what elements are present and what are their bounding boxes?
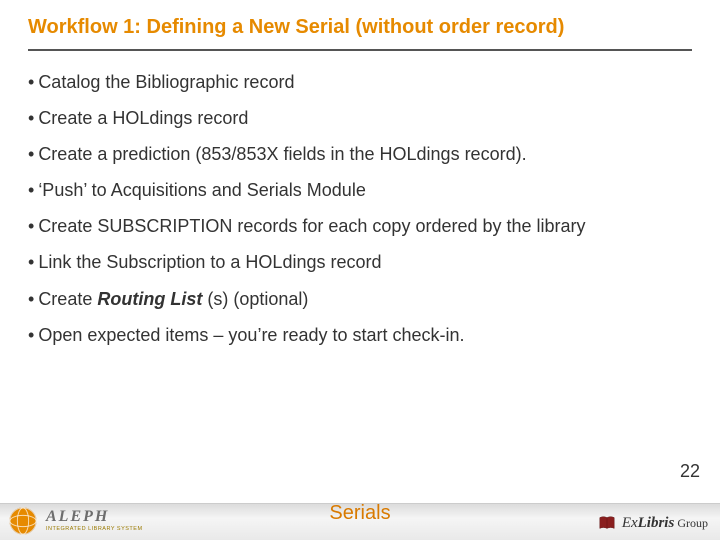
bullet-text: Open expected items – you’re ready to st… [38,325,464,345]
page-number: 22 [680,461,700,482]
bullet-text-pre: Create [38,289,97,309]
bullet-dot: • [28,72,34,92]
slide-title: Workflow 1: Defining a New Serial (witho… [28,12,692,51]
exlibris-libris: Libris [638,515,675,531]
bullet-dot: • [28,180,34,200]
open-book-icon [598,514,616,532]
bullet-item: •Link the Subscription to a HOLdings rec… [28,249,692,275]
exlibris-group: Group [674,516,708,530]
bullet-item: •Create a prediction (853/853X fields in… [28,141,692,167]
bullet-dot: • [28,144,34,164]
bullet-list: •Catalog the Bibliographic record •Creat… [28,69,692,348]
bullet-dot: • [28,252,34,272]
bullet-item: •‘Push’ to Acquisitions and Serials Modu… [28,177,692,203]
exlibris-ex: Ex [622,515,638,531]
aleph-globe-icon [8,506,38,536]
bullet-dot: • [28,289,34,309]
bullet-dot: • [28,216,34,236]
bullet-text: Create SUBSCRIPTION records for each cop… [38,216,585,236]
bullet-text: Link the Subscription to a HOLdings reco… [38,252,381,272]
aleph-logo: ALEPH INTEGRATED LIBRARY SYSTEM [8,506,143,536]
bullet-item: •Open expected items – you’re ready to s… [28,322,692,348]
exlibris-text: ExLibris Group [622,515,708,532]
exlibris-logo: ExLibris Group [598,514,708,532]
bullet-dot: • [28,325,34,345]
bullet-text: Create a HOLdings record [38,108,248,128]
bullet-item: •Catalog the Bibliographic record [28,69,692,95]
aleph-main-label: ALEPH [46,509,143,525]
bullet-text: Create a prediction (853/853X fields in … [38,144,526,164]
aleph-sub-label: INTEGRATED LIBRARY SYSTEM [46,527,143,533]
footer-mid-label: Serials [329,502,390,525]
slide: Workflow 1: Defining a New Serial (witho… [0,0,720,540]
bullet-item: •Create SUBSCRIPTION records for each co… [28,213,692,239]
bullet-item: •Create a HOLdings record [28,105,692,131]
bullet-item: •Create Routing List (s) (optional) [28,286,692,312]
bullet-text: Catalog the Bibliographic record [38,72,294,92]
bullet-text-post: (s) (optional) [202,289,308,309]
aleph-text: ALEPH INTEGRATED LIBRARY SYSTEM [46,509,143,533]
footer: ALEPH INTEGRATED LIBRARY SYSTEM Serials … [0,488,720,540]
bullet-dot: • [28,108,34,128]
bullet-text-emphasis: Routing List [97,289,202,309]
bullet-text: ‘Push’ to Acquisitions and Serials Modul… [38,180,366,200]
